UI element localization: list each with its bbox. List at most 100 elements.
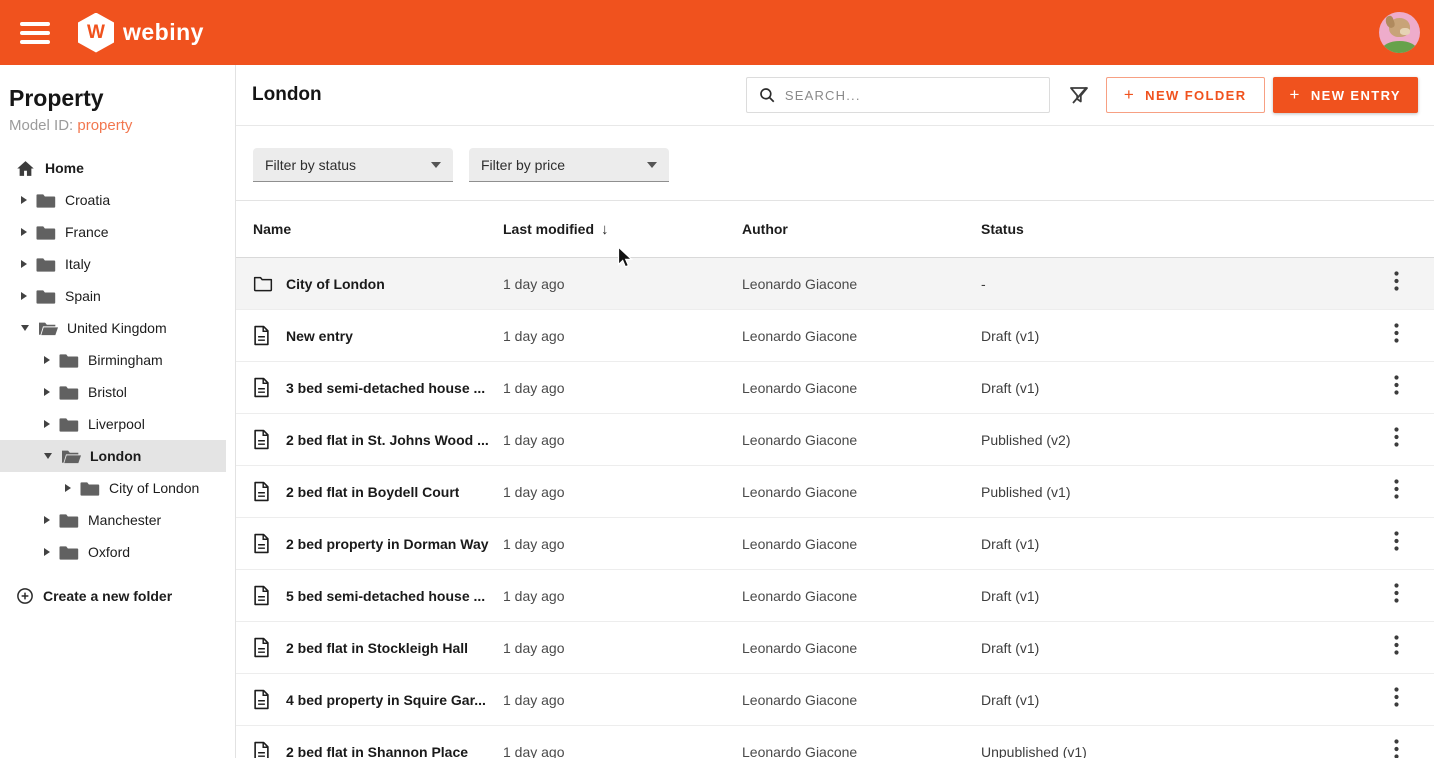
sidebar-item-oxford[interactable]: Oxford — [0, 536, 226, 568]
kebab-menu-button[interactable] — [1388, 735, 1405, 758]
sidebar-item-label: Italy — [65, 256, 91, 272]
filter-bar: Filter by status Filter by price — [236, 126, 1434, 201]
sidebar-item-italy[interactable]: Italy — [0, 248, 226, 280]
author: Leonardo Giacone — [742, 640, 981, 656]
sidebar-item-spain[interactable]: Spain — [0, 280, 226, 312]
sidebar-item-united-kingdom[interactable]: United Kingdom — [0, 312, 226, 344]
webiny-hexagon-icon: W — [78, 13, 114, 53]
kebab-menu-button[interactable] — [1388, 683, 1405, 716]
kebab-menu-button[interactable] — [1388, 267, 1405, 300]
new-folder-button[interactable]: + NEW FOLDER — [1106, 77, 1265, 113]
sidebar: Property Model ID: property Home Croatia… — [0, 65, 236, 758]
entry-name: 2 bed property in Dorman Way — [286, 536, 489, 552]
status: Draft (v1) — [981, 536, 1374, 552]
table-row-2-bed-flat-in-boydell-court[interactable]: 2 bed flat in Boydell Court1 day agoLeon… — [236, 466, 1434, 518]
column-header-status[interactable]: Status — [981, 221, 1374, 237]
table-row-city-of-london[interactable]: City of London1 day agoLeonardo Giacone- — [236, 258, 1434, 310]
status: Published (v2) — [981, 432, 1374, 448]
chevron-right-icon[interactable] — [44, 356, 50, 364]
table-row-2-bed-flat-in-stockleigh-hall[interactable]: 2 bed flat in Stockleigh Hall1 day agoLe… — [236, 622, 1434, 674]
last-modified: 1 day ago — [503, 588, 742, 604]
document-icon — [253, 533, 273, 554]
table-row-2-bed-flat-in-shannon-place[interactable]: 2 bed flat in Shannon Place1 day agoLeon… — [236, 726, 1434, 758]
content-header: London + NEW FOLDER — [236, 65, 1434, 126]
chevron-right-icon[interactable] — [21, 260, 27, 268]
chevron-right-icon[interactable] — [44, 516, 50, 524]
author: Leonardo Giacone — [742, 536, 981, 552]
last-modified: 1 day ago — [503, 744, 742, 758]
chevron-right-icon[interactable] — [21, 228, 27, 236]
entry-name: 2 bed flat in Shannon Place — [286, 744, 468, 758]
folder-outline-icon — [253, 275, 273, 292]
kebab-menu-button[interactable] — [1388, 579, 1405, 612]
entry-name: City of London — [286, 276, 385, 292]
sidebar-item-city-of-london[interactable]: City of London — [0, 472, 226, 504]
filter-by-status-select[interactable]: Filter by status — [253, 148, 453, 182]
chevron-right-icon[interactable] — [21, 292, 27, 300]
chevron-right-icon[interactable] — [44, 388, 50, 396]
chevron-right-icon[interactable] — [65, 484, 71, 492]
column-header-author[interactable]: Author — [742, 221, 981, 237]
table-row-3-bed-semi-detached-house[interactable]: 3 bed semi-detached house ...1 day agoLe… — [236, 362, 1434, 414]
kebab-menu-button[interactable] — [1388, 527, 1405, 560]
table-row-5-bed-semi-detached-house[interactable]: 5 bed semi-detached house ...1 day agoLe… — [236, 570, 1434, 622]
last-modified: 1 day ago — [503, 328, 742, 344]
search-input[interactable] — [785, 88, 1038, 103]
status: - — [981, 276, 1374, 292]
document-icon — [253, 325, 273, 346]
table-header: Name Last modified ↓ Author Status — [236, 201, 1434, 258]
column-header-name[interactable]: Name — [253, 221, 503, 237]
new-entry-button[interactable]: + NEW ENTRY — [1273, 77, 1418, 113]
author: Leonardo Giacone — [742, 692, 981, 708]
status: Draft (v1) — [981, 328, 1374, 344]
sidebar-item-birmingham[interactable]: Birmingham — [0, 344, 226, 376]
plus-circle-icon — [16, 587, 34, 605]
chevron-right-icon[interactable] — [44, 548, 50, 556]
model-id: Model ID: property — [0, 117, 235, 134]
kebab-menu-button[interactable] — [1388, 631, 1405, 664]
column-header-last-modified[interactable]: Last modified ↓ — [503, 221, 742, 238]
kebab-menu-button[interactable] — [1388, 475, 1405, 508]
table-row-new-entry[interactable]: New entry1 day agoLeonardo GiaconeDraft … — [236, 310, 1434, 362]
sidebar-item-manchester[interactable]: Manchester — [0, 504, 226, 536]
entry-name: 2 bed flat in Boydell Court — [286, 484, 459, 500]
search-box[interactable] — [746, 77, 1050, 113]
sidebar-item-london[interactable]: London — [0, 440, 226, 472]
webiny-logo[interactable]: W webiny — [78, 13, 204, 53]
last-modified: 1 day ago — [503, 276, 742, 292]
app-window: W webiny Property Model ID: property Hom… — [0, 0, 1434, 758]
table-row-4-bed-property-in-squire-gar[interactable]: 4 bed property in Squire Gar...1 day ago… — [236, 674, 1434, 726]
filter-toggle-button[interactable] — [1067, 83, 1091, 107]
last-modified: 1 day ago — [503, 640, 742, 656]
table-row-2-bed-flat-in-st-johns-wood[interactable]: 2 bed flat in St. Johns Wood ...1 day ag… — [236, 414, 1434, 466]
sidebar-item-home[interactable]: Home — [0, 152, 226, 184]
author: Leonardo Giacone — [742, 484, 981, 500]
top-bar: W webiny — [0, 0, 1434, 65]
kebab-menu-button[interactable] — [1388, 371, 1405, 404]
kebab-menu-button[interactable] — [1388, 423, 1405, 456]
table-row-2-bed-property-in-dorman-way[interactable]: 2 bed property in Dorman Way1 day agoLeo… — [236, 518, 1434, 570]
sidebar-item-liverpool[interactable]: Liverpool — [0, 408, 226, 440]
chevron-down-icon — [431, 162, 441, 168]
filter-by-price-select[interactable]: Filter by price — [469, 148, 669, 182]
table-body: City of London1 day agoLeonardo Giacone-… — [236, 258, 1434, 758]
plus-icon: + — [1290, 85, 1301, 105]
folder-open-icon — [61, 446, 81, 466]
sidebar-item-label: Croatia — [65, 192, 110, 208]
search-icon — [758, 86, 776, 104]
status: Draft (v1) — [981, 380, 1374, 396]
sidebar-item-croatia[interactable]: Croatia — [0, 184, 226, 216]
sidebar-item-label: Manchester — [88, 512, 161, 528]
sidebar-item-bristol[interactable]: Bristol — [0, 376, 226, 408]
status: Unpublished (v1) — [981, 744, 1374, 758]
kebab-menu-button[interactable] — [1388, 319, 1405, 352]
chevron-down-icon[interactable] — [21, 325, 29, 331]
create-folder-button[interactable]: Create a new folder — [0, 587, 235, 605]
sidebar-item-france[interactable]: France — [0, 216, 226, 248]
user-avatar[interactable] — [1379, 12, 1420, 53]
chevron-right-icon[interactable] — [21, 196, 27, 204]
hamburger-menu-icon[interactable] — [20, 22, 50, 44]
chevron-right-icon[interactable] — [44, 420, 50, 428]
brand-name: webiny — [123, 19, 204, 46]
chevron-down-icon[interactable] — [44, 453, 52, 459]
